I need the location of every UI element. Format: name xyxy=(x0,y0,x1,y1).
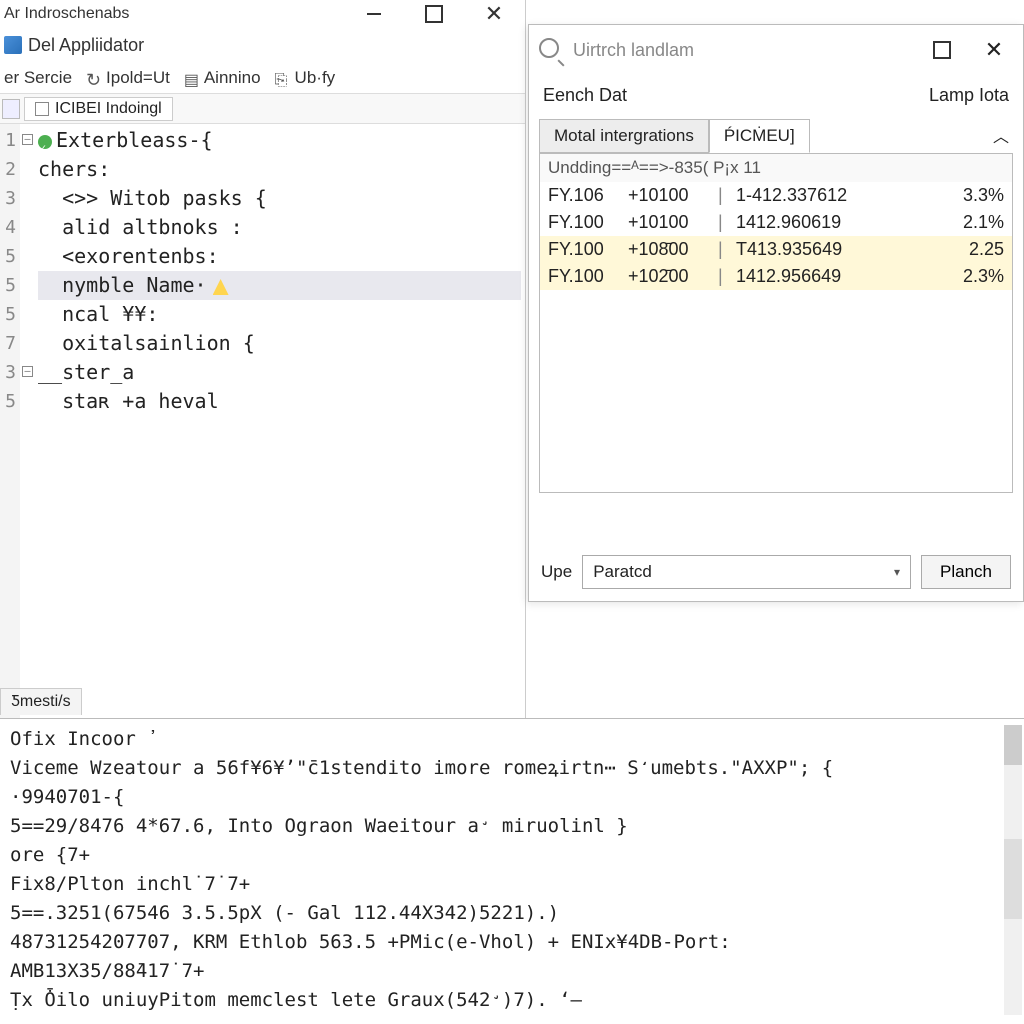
dialog-close-button[interactable]: ✕ xyxy=(975,39,1013,61)
header-right-label: Lamp Iota xyxy=(929,85,1009,106)
code-line[interactable]: <>> Witob pasks { xyxy=(38,184,521,213)
collapse-caret-icon[interactable]: ︿ xyxy=(993,123,1009,147)
window-title: Ar Indroschenabs xyxy=(4,5,355,23)
console-line: Ofix Incoor ᾽ xyxy=(10,725,1014,754)
ok-badge-icon xyxy=(38,135,52,149)
table-row-selected[interactable]: FY.100 +102̄00 | 1412.956649 2.3% xyxy=(540,263,1012,290)
titlebar[interactable]: Ar Indroschenabs ✕ xyxy=(0,0,525,28)
code-line[interactable]: chers: xyxy=(38,155,521,184)
code-area[interactable]: –Exterbleass-{ chers: <>> Witob pasks { … xyxy=(20,124,525,718)
file-icon xyxy=(184,70,200,86)
console-line: 5==29/8476 4*67.6, Into Ograon Waeitour … xyxy=(10,812,1014,841)
search-placeholder: Uirtrch landlam xyxy=(573,40,694,61)
console-line: ore {7+ xyxy=(10,841,1014,870)
tab-dropdown[interactable] xyxy=(2,99,20,119)
dialog-titlebar[interactable]: Uirtrch landlam ✕ xyxy=(529,25,1023,75)
console-panel[interactable]: Ofix Incoor ᾽ Viceme Wzeatour a 56f¥6¥ʼ"… xyxy=(0,718,1024,1024)
scrollbar-thumb[interactable] xyxy=(1004,725,1022,765)
code-line[interactable]: staʀ +a heval xyxy=(38,387,521,416)
console-line: 5==.3251(67546 3.5.5pX (- Gal 112.44X342… xyxy=(10,899,1014,928)
toolbar-item-ubfy[interactable]: Ub·fy xyxy=(275,68,336,88)
code-editor[interactable]: 1 2 3 4 5 5 5 7 3 5 –Exterbleass-{ chers… xyxy=(0,124,525,718)
toolbar: er Sercie Ipold=Ut Ainnino Ub·fy xyxy=(0,62,525,94)
dialog-window-controls: ✕ xyxy=(923,39,1013,61)
app-icon xyxy=(4,36,22,54)
footer-label: Upe xyxy=(541,562,572,582)
dialog-tabs: Motal intergrations ṔICṀEU] ︿ xyxy=(529,115,1023,153)
code-line[interactable]: –__ster_a xyxy=(38,358,521,387)
console-line: Viceme Wzeatour a 56f¥6¥ʼ"c̄1stendito im… xyxy=(10,754,1014,783)
code-line[interactable]: –Exterbleass-{ xyxy=(38,126,521,155)
console-line: AMB13X35/88̄417˙7+ xyxy=(10,957,1014,986)
search-icon xyxy=(539,38,567,63)
code-line[interactable]: oxitalsainlion { xyxy=(38,329,521,358)
scrollbar-thumb[interactable] xyxy=(1004,839,1022,919)
subtitle-bar: Del Appliidator xyxy=(0,28,525,62)
tab-picheu[interactable]: ṔICṀEU] xyxy=(709,119,810,153)
document-tabs: ICIBEI Indoingl xyxy=(0,94,525,124)
select-dropdown[interactable]: Paratcd ▾ xyxy=(582,555,911,589)
console-line: 48731254207707, KRM Ethlob 563.5 +PMic(e… xyxy=(10,928,1014,957)
fold-icon[interactable]: – xyxy=(22,366,33,377)
table-row[interactable]: FY.106 +10100 | 1-412.337612 3.3% xyxy=(540,182,1012,209)
chevron-down-icon: ▾ xyxy=(894,565,900,579)
console-line: Fix8/Plton inchl˙7˙7+ xyxy=(10,870,1014,899)
dialog-footer: Upe Paratcd ▾ Planch xyxy=(529,555,1023,589)
refresh-icon xyxy=(86,70,102,86)
select-value: Paratcd xyxy=(593,562,652,582)
console-line: ·9940701-{ xyxy=(10,783,1014,812)
search-dialog: Uirtrch landlam ✕ Eench Dat Lamp Iota Mo… xyxy=(528,24,1024,602)
table-row[interactable]: FY.100 +10100 | 1412.960619 2.1% xyxy=(540,209,1012,236)
code-line[interactable]: alid altbnoks : xyxy=(38,213,521,242)
dialog-header: Eench Dat Lamp Iota xyxy=(529,75,1023,115)
search-input[interactable]: Uirtrch landlam xyxy=(539,38,915,63)
code-line-highlighted[interactable]: nymble Name· xyxy=(38,271,521,300)
header-left-label: Eench Dat xyxy=(543,85,627,106)
toolbar-item-ipold[interactable]: Ipold=Ut xyxy=(86,68,170,88)
toolbar-item-ainnino[interactable]: Ainnino xyxy=(184,68,261,88)
window-controls: ✕ xyxy=(355,3,513,25)
toolbar-item-sercie[interactable]: er Sercie xyxy=(4,68,72,88)
bottom-panel-tab[interactable]: Ƽmesti/s xyxy=(0,688,82,715)
export-icon xyxy=(275,70,291,86)
code-line[interactable]: ncal ¥¥: xyxy=(38,300,521,329)
maximize-button[interactable] xyxy=(415,3,453,25)
close-button[interactable]: ✕ xyxy=(475,3,513,25)
panel-header: Undding==ᴬ==>-835( P¡x 11 xyxy=(540,154,1012,182)
warning-icon xyxy=(213,279,229,295)
minimize-button[interactable] xyxy=(355,3,393,25)
fold-icon[interactable]: – xyxy=(22,134,33,145)
planch-button[interactable]: Planch xyxy=(921,555,1011,589)
document-icon xyxy=(35,102,49,116)
table-row-selected[interactable]: FY.100 +108̄00 | T413.935649 2.25 xyxy=(540,236,1012,263)
dialog-maximize-button[interactable] xyxy=(923,39,961,61)
line-gutter: 1 2 3 4 5 5 5 7 3 5 xyxy=(0,124,20,718)
code-line[interactable]: <exorentenbs: xyxy=(38,242,521,271)
document-tab[interactable]: ICIBEI Indoingl xyxy=(24,97,173,121)
tab-label: ICIBEI Indoingl xyxy=(55,100,162,118)
subtitle-text: Del Appliidator xyxy=(28,35,144,56)
console-line: Ṭx Ȱilo uniuyPitom memclest lete Graux(5… xyxy=(10,986,1014,1015)
data-panel: Undding==ᴬ==>-835( P¡x 11 FY.106 +10100 … xyxy=(539,153,1013,493)
tab-motal-intergrations[interactable]: Motal intergrations xyxy=(539,119,709,153)
editor-window: Ar Indroschenabs ✕ Del Appliidator er Se… xyxy=(0,0,526,718)
